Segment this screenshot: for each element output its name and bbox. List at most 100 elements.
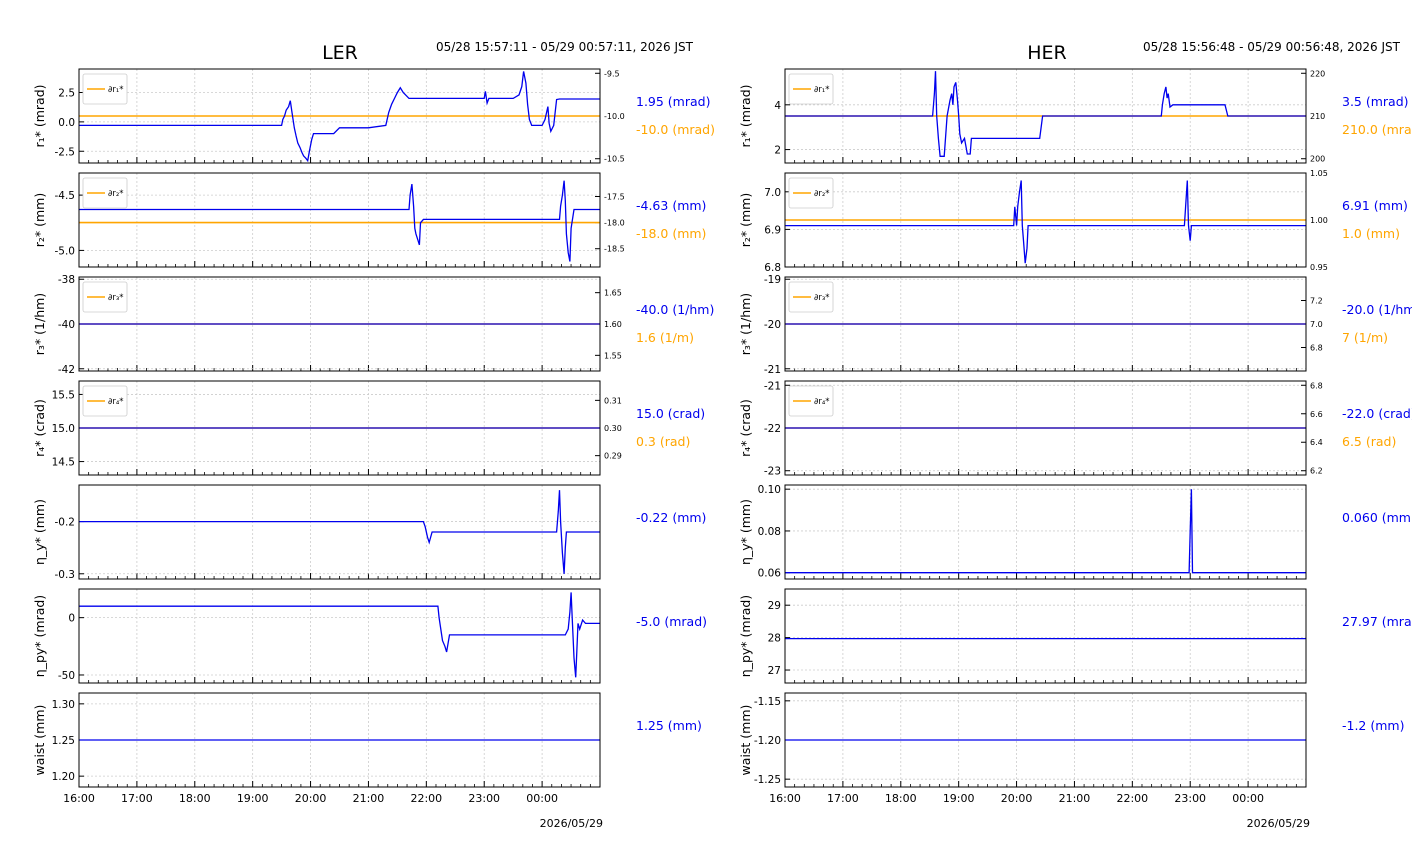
y2-tick-label: -10.5 — [604, 155, 625, 164]
y-tick-label: 0.10 — [758, 484, 781, 496]
current-value: -20.0 (1/hm) — [1342, 302, 1412, 317]
y-axis-label: r₃* (1/hm) — [32, 293, 47, 355]
panel-1: 2 4 200 210 220 ∂r₁* r₁* (mrad) 3.5 (mrad) 210.0… — [738, 68, 1412, 164]
y-tick-label: -23 — [764, 466, 781, 478]
panel-3: -42 -40 -38 1.55 1.60 1.65 ∂r₃* r₃* (1/hm) -40.0… — [32, 274, 714, 376]
y-tick-label: -2.5 — [55, 146, 76, 158]
x-tick-label: 18:00 — [885, 792, 917, 805]
legend: ∂r₃* — [82, 281, 128, 313]
y-tick-label: 0 — [68, 613, 75, 625]
y-tick-label: -1.20 — [754, 735, 781, 747]
panel-3: -21 -20 -19 6.8 7.0 7.2 ∂r₃* r₃* (1/hm) -20.0 (1… — [738, 274, 1412, 376]
y-axis-label: r₄* (crad) — [32, 399, 47, 457]
y-tick-label: -50 — [58, 670, 75, 682]
reference-value: 6.5 (rad) — [1342, 434, 1396, 449]
y2-tick-label: 200 — [1310, 155, 1325, 164]
y-tick-label: -20 — [764, 319, 781, 331]
legend-label: ∂r₃* — [108, 293, 124, 303]
x-tick-label: 22:00 — [1116, 792, 1148, 805]
y-axis-label: r₁* (mrad) — [738, 84, 753, 147]
x-tick-label: 20:00 — [1001, 792, 1033, 805]
current-value: 3.5 (mrad) — [1342, 94, 1409, 109]
x-tick-label: 21:00 — [353, 792, 385, 805]
panel-2: 6.8 6.9 7.0 0.95 1.00 1.05 ∂r₂* r₂* (mm) 6.91 (m… — [738, 169, 1408, 274]
current-value: -22.0 (crad) — [1342, 406, 1412, 421]
legend: ∂r₄* — [82, 385, 128, 417]
y-axis-label: waist (mm) — [32, 705, 47, 776]
y-tick-label: 2 — [774, 145, 781, 157]
chart-title: HER — [1027, 42, 1067, 64]
legend-label: ∂r₄* — [108, 397, 124, 407]
x-tick-label: 00:00 — [1232, 792, 1264, 805]
y2-tick-label: 0.31 — [604, 396, 622, 405]
legend-label: ∂r₁* — [108, 85, 124, 95]
x-tick-label: 16:00 — [769, 792, 801, 805]
y2-tick-label: 6.4 — [1310, 438, 1323, 447]
legend: ∂r₂* — [82, 177, 128, 209]
panel-4: 14.5 15.0 15.5 0.29 0.30 0.31 ∂r₄* r₄* (crad) 15… — [32, 380, 705, 476]
y-tick-label: 14.5 — [52, 457, 75, 469]
y-tick-label: 28 — [768, 633, 781, 645]
y-tick-label: -1.15 — [754, 696, 781, 708]
y-tick-label: -0.3 — [55, 569, 76, 581]
optics-trend-figure: LER 05/28 15:57:11 - 05/29 00:57:11, 2026… — [32, 40, 1412, 830]
y-axis-label: r₂* (mm) — [738, 193, 753, 247]
y-axis-label: r₂* (mm) — [32, 193, 47, 247]
her-chart: HER 05/28 15:56:48 - 05/29 00:56:48, 2026… — [738, 40, 1412, 830]
y-tick-label: 7.0 — [764, 187, 781, 199]
series-line — [785, 71, 1306, 157]
y2-tick-label: 6.8 — [1310, 381, 1323, 390]
y2-tick-label: -10.0 — [604, 112, 625, 121]
x-tick-label: 18:00 — [179, 792, 211, 805]
x-tick-label: 16:00 — [63, 792, 95, 805]
y-tick-label: 1.25 — [52, 735, 75, 747]
y-tick-label: 2.5 — [58, 88, 75, 100]
y2-tick-label: 1.05 — [1310, 169, 1328, 178]
current-value: 1.25 (mm) — [636, 718, 702, 733]
y-tick-label: 0.0 — [58, 117, 75, 129]
y-tick-label: -4.5 — [55, 190, 76, 202]
y2-tick-label: 1.00 — [1310, 216, 1328, 225]
y-axis-label: η_y* (mm) — [32, 499, 47, 565]
x-tick-label: 21:00 — [1059, 792, 1091, 805]
series-line — [79, 490, 600, 574]
reference-value: 1.6 (1/m) — [636, 330, 694, 345]
legend: ∂r₂* — [788, 177, 834, 209]
y-tick-label: -21 — [764, 380, 781, 392]
y2-tick-label: 6.6 — [1310, 410, 1323, 419]
x-tick-label: 17:00 — [121, 792, 153, 805]
x-tick-label: 23:00 — [468, 792, 500, 805]
panel-2: -5.0 -4.5 -18.5 -18.0 -17.5 ∂r₂* r₂* (mm) -4.63… — [32, 172, 706, 268]
reference-value: 1.0 (mm) — [1342, 226, 1400, 241]
reference-value: 0.3 (rad) — [636, 434, 690, 449]
legend-label: ∂r₂* — [108, 189, 124, 199]
y2-tick-label: 1.60 — [604, 320, 622, 329]
y-tick-label: -19 — [764, 274, 781, 286]
x-tick-label: 20:00 — [295, 792, 327, 805]
y2-tick-label: 6.8 — [1310, 344, 1323, 353]
y2-tick-label: 220 — [1310, 69, 1325, 78]
y-tick-label: 1.30 — [52, 699, 75, 711]
current-value: 6.91 (mm) — [1342, 198, 1408, 213]
ler-chart: LER 05/28 15:57:11 - 05/29 00:57:11, 2026… — [32, 40, 715, 830]
y-tick-label: -5.0 — [55, 245, 76, 257]
y2-tick-label: -18.5 — [604, 245, 625, 254]
y-tick-label: -42 — [58, 364, 75, 376]
legend: ∂r₄* — [788, 385, 834, 417]
reference-value: -18.0 (mm) — [636, 226, 706, 241]
reference-value: -10.0 (mrad) — [636, 122, 715, 137]
x-tick-label: 17:00 — [827, 792, 859, 805]
x-tick-label: 00:00 — [526, 792, 558, 805]
y-axis-label: waist (mm) — [738, 705, 753, 776]
current-value: 15.0 (crad) — [636, 406, 705, 421]
legend: ∂r₃* — [788, 281, 834, 313]
y2-tick-label: 0.95 — [1310, 263, 1328, 272]
y-axis-label: η_y* (mm) — [738, 499, 753, 565]
panel-4: -23 -22 -21 6.2 6.4 6.6 6.8 ∂r₄* r₄* (crad) -22.0… — [738, 380, 1412, 477]
current-value: 0.060 (mm) — [1342, 510, 1412, 525]
reference-value: 210.0 (mrad) — [1342, 122, 1412, 137]
y2-tick-label: 7.2 — [1310, 297, 1323, 306]
y2-tick-label: -17.5 — [604, 193, 625, 202]
y2-tick-label: 7.0 — [1310, 320, 1323, 329]
y2-tick-label: -18.0 — [604, 219, 625, 228]
